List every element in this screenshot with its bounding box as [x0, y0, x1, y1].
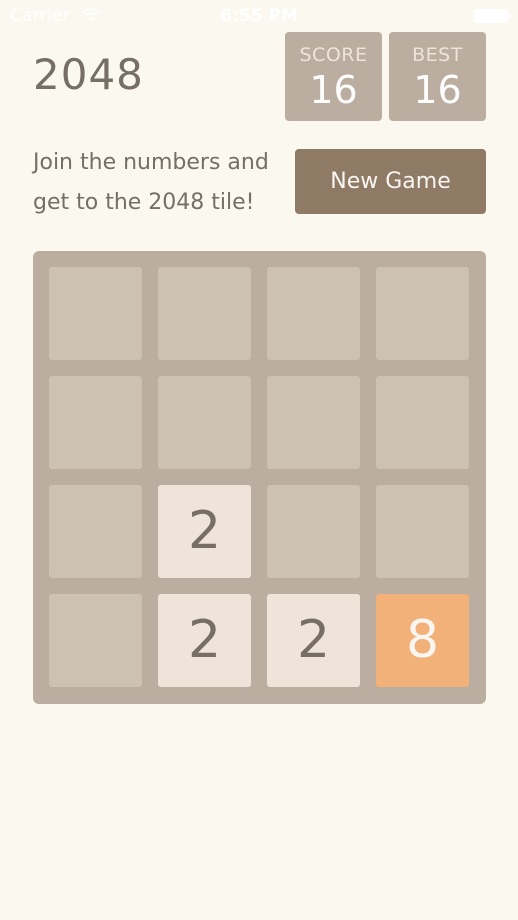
empty-cell	[267, 267, 360, 360]
tile-2: 2	[158, 485, 251, 578]
best-box: BEST 16	[389, 32, 486, 121]
score-value: 16	[309, 68, 358, 112]
empty-cell	[376, 376, 469, 469]
battery-icon	[474, 9, 511, 23]
new-game-button[interactable]: New Game	[295, 149, 486, 214]
score-label: SCORE	[299, 44, 368, 66]
tile-2: 2	[267, 594, 360, 687]
game-title: 2048	[33, 50, 144, 99]
empty-cell	[49, 485, 142, 578]
empty-cell	[49, 594, 142, 687]
status-time: 6:55 PM	[220, 6, 298, 26]
empty-cell	[158, 267, 251, 360]
tile-2: 2	[158, 594, 251, 687]
empty-cell	[267, 485, 360, 578]
best-label: BEST	[412, 44, 463, 66]
empty-cell	[267, 376, 360, 469]
empty-cell	[376, 485, 469, 578]
intro-text: Join the numbers and get to the 2048 til…	[33, 150, 269, 215]
best-value: 16	[413, 68, 462, 112]
score-box: SCORE 16	[285, 32, 382, 121]
empty-cell	[376, 267, 469, 360]
empty-cell	[158, 376, 251, 469]
empty-cell	[49, 267, 142, 360]
status-bar: Carrier 6:55 PM	[0, 0, 518, 34]
game-board[interactable]: 2228	[33, 251, 486, 704]
tile-8: 8	[376, 594, 469, 687]
empty-cell	[49, 376, 142, 469]
